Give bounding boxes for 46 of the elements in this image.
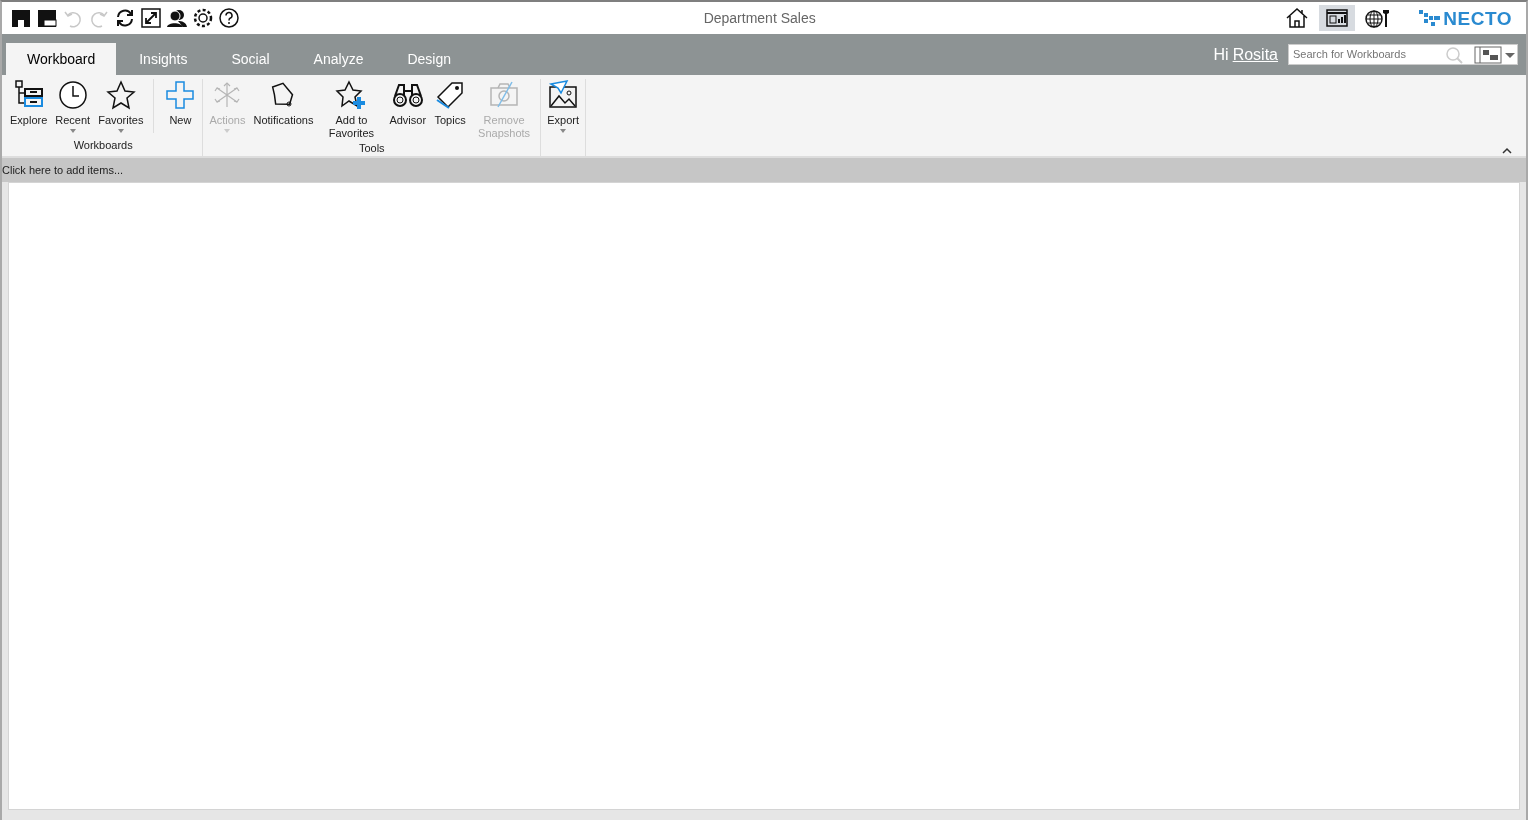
clock-icon — [56, 79, 89, 111]
help-icon — [218, 7, 240, 29]
collapse-ribbon-icon[interactable] — [1502, 147, 1512, 154]
group-label: Workboards — [72, 137, 134, 153]
refresh-icon — [114, 7, 136, 29]
ribbon-button[interactable]: Add to Favorites — [317, 79, 386, 140]
logo-mark-icon — [1419, 10, 1442, 26]
ribbon-button[interactable]: Export — [543, 79, 584, 133]
search-icon — [1445, 45, 1465, 64]
ribbon-button[interactable]: Recent — [51, 79, 95, 133]
help-button[interactable] — [218, 7, 240, 29]
plus-icon — [164, 79, 197, 111]
star-plus-icon — [335, 79, 368, 111]
logo-text: NECTO — [1443, 8, 1512, 28]
save-as-button[interactable] — [36, 7, 58, 29]
expand-icon — [140, 7, 162, 29]
settings-button[interactable] — [192, 7, 214, 29]
window-title: Department Sales — [703, 10, 816, 26]
layout-dropdown-icon[interactable] — [1473, 45, 1517, 64]
ribbon-button[interactable]: Favorites — [94, 79, 148, 133]
save-as-icon — [36, 7, 58, 29]
ribbon-button[interactable]: Topics — [430, 79, 471, 140]
caret-icon — [224, 129, 231, 133]
expand-button[interactable] — [140, 7, 162, 29]
caret-icon — [69, 129, 76, 133]
tab[interactable]: Workboard — [6, 43, 117, 75]
ribbon-button[interactable]: Explore — [6, 79, 52, 133]
greeting-text: Hi — [1213, 44, 1229, 65]
star-icon — [104, 79, 137, 111]
add-items-prompt[interactable]: Click here to add items... — [2, 164, 124, 176]
users-icon — [166, 7, 188, 29]
caret-icon — [560, 129, 567, 133]
settings-icon — [192, 7, 214, 29]
refresh-button[interactable] — [114, 7, 136, 29]
group-label: Tools — [357, 141, 386, 156]
search-box[interactable]: Search for Workboards — [1288, 44, 1518, 65]
ribbon-button[interactable]: Advisor — [385, 79, 431, 140]
save-icon — [10, 7, 32, 29]
caret-icon — [117, 129, 124, 133]
dashboard-icon — [1324, 6, 1351, 30]
ribbon-button[interactable]: New — [153, 79, 201, 133]
save-button[interactable] — [10, 7, 32, 29]
dashboard-button[interactable] — [1319, 5, 1356, 31]
image-export-icon — [547, 79, 580, 111]
ribbon-button[interactable]: Notifications — [249, 79, 318, 140]
users-button[interactable] — [166, 7, 188, 29]
